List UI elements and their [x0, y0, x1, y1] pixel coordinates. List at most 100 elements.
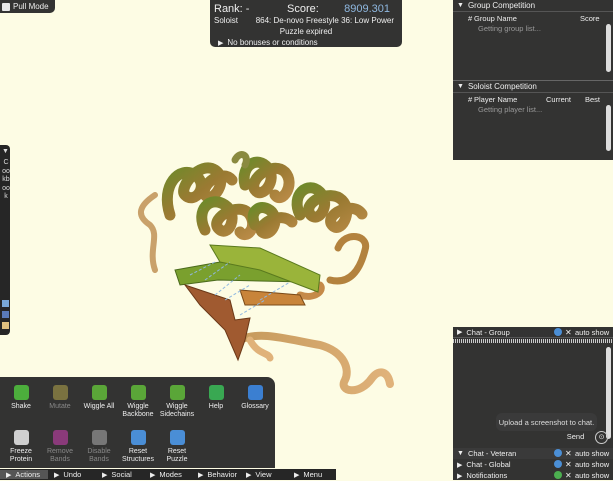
pull-mode-icon	[2, 2, 10, 11]
actions-toolbar: Shake Mutate Wiggle All Wiggle Backbone Wigg…	[0, 377, 275, 468]
group-list-scrollbar[interactable]	[606, 24, 611, 72]
soloist-competition-title: Soloist Competition	[467, 82, 537, 91]
rank-label: Rank: -	[214, 3, 250, 15]
tool-label: Wiggle Sidechains	[159, 403, 195, 418]
close-icon[interactable]: ✕	[565, 449, 572, 458]
menu-undo[interactable]: ▶ Undo	[48, 470, 96, 479]
tool-label: Wiggle All	[83, 403, 115, 410]
screenshot-tooltip: Upload a screenshot to chat.	[496, 413, 597, 431]
menu-social[interactable]: ▶ Social	[96, 470, 144, 479]
notes-icon[interactable]	[2, 322, 9, 329]
menu-menu[interactable]: ▶ Menu	[288, 470, 336, 479]
notification-icon[interactable]	[554, 471, 562, 479]
auto-show-label: auto show	[575, 449, 610, 458]
menu-label: Behavior	[207, 470, 237, 479]
mutate-button: Mutate	[40, 385, 80, 411]
menu-view[interactable]: ▶ View	[240, 470, 288, 479]
chat-tab-notifications[interactable]: ▶ Notifications ✕ auto show	[453, 470, 613, 481]
score-panel: Rank: - Score: 8909.301 Soloist 864: De-…	[210, 0, 402, 47]
chat-tab-chat-veteran[interactable]: ▼ Chat - Veteran ✕ auto show	[453, 448, 613, 459]
wiggle-sidechains-icon	[169, 385, 185, 400]
expand-triangle-icon: ▶	[294, 471, 300, 479]
expand-triangle-icon: ▶	[457, 329, 463, 336]
tool-label: Reset Puzzle	[166, 448, 188, 463]
menu-label: Modes	[159, 470, 182, 479]
tool-label: Freeze Protein	[9, 448, 33, 463]
remove-bands-icon	[52, 430, 68, 445]
col-player-name: Player Name	[474, 95, 518, 104]
tooltip-text: Upload a screenshot to chat.	[498, 417, 595, 427]
remove-bands-button: Remove Bands	[40, 430, 80, 464]
wiggle-all-icon	[91, 385, 107, 400]
close-icon[interactable]: ✕	[565, 471, 572, 480]
pull-mode-button[interactable]: Pull Mode	[0, 0, 55, 13]
tool-label: Shake	[11, 403, 31, 410]
wiggle-backbone-button[interactable]: Wiggle Backbone	[118, 385, 158, 419]
chat-panel: ▶ Chat - Group ✕ auto show Upload a scree…	[453, 327, 613, 480]
wiggle-all-button[interactable]: Wiggle All	[79, 385, 119, 411]
tool-label: Reset Structures	[122, 448, 154, 463]
mutate-icon	[52, 385, 68, 400]
col-current: Current	[546, 95, 572, 104]
soloist-competition-header[interactable]: ▼ Soloist Competition	[453, 81, 613, 93]
puzzle-name: 864: De-novo Freestyle 36: Low Power	[255, 16, 394, 25]
col-hash: #	[468, 14, 473, 23]
shake-button[interactable]: Shake	[1, 385, 41, 411]
mode-label: Soloist	[214, 16, 239, 25]
collapse-triangle-icon: ▼	[457, 83, 464, 90]
menu-behavior[interactable]: ▶ Behavior	[192, 470, 240, 479]
chat-group-header[interactable]: ▶ Chat - Group ✕ auto show	[453, 327, 613, 338]
cookbook-sidebar[interactable]: ▼ Cookbook	[0, 145, 10, 335]
group-competition-title: Group Competition	[467, 1, 536, 10]
reset-puzzle-button[interactable]: Reset Puzzle	[157, 430, 197, 464]
script-icon[interactable]	[2, 311, 9, 318]
group-table-header: # Group Name Score	[453, 14, 613, 24]
chat-tab-label: Chat - Veteran	[467, 449, 517, 458]
loop-strand	[326, 233, 370, 285]
close-icon[interactable]: ✕	[565, 328, 572, 337]
send-button[interactable]: Send	[562, 430, 589, 443]
menu-label: Menu	[303, 470, 323, 479]
group-competition-header[interactable]: ▼ Group Competition	[453, 0, 613, 12]
soloist-competition-panel: ▼ Soloist Competition # Player Name Curre…	[453, 80, 613, 160]
chat-scrollbar[interactable]	[606, 347, 611, 439]
chat-scroll-top	[453, 339, 613, 343]
soloist-table-header: # Player Name Current Best	[453, 95, 613, 105]
alpha-helix	[161, 156, 368, 240]
col-best: Best	[585, 95, 601, 104]
bonuses-toggle[interactable]: ▶ No bonuses or conditions	[218, 38, 318, 47]
screenshot-icon[interactable]: ⊙	[595, 431, 608, 444]
pull-mode-label: Pull Mode	[13, 2, 49, 11]
menu-label: Undo	[63, 470, 82, 479]
chat-tab-chat-global[interactable]: ▶ Chat - Global ✕ auto show	[453, 459, 613, 470]
cookbook-label: Cookbook	[2, 159, 10, 200]
wiggle-backbone-icon	[130, 385, 146, 400]
freeze-protein-button[interactable]: Freeze Protein	[1, 430, 41, 464]
info-icon[interactable]	[554, 328, 562, 336]
freeze-icon	[13, 430, 29, 445]
recipe-icon[interactable]	[2, 300, 9, 307]
expand-triangle-icon: ▼	[2, 148, 9, 155]
disable-bands-button: Disable Bands	[79, 430, 119, 464]
score-value: 8909.301	[344, 3, 390, 15]
loop-strand	[231, 151, 250, 169]
expand-triangle-icon: ▶	[54, 471, 60, 479]
glossary-icon	[247, 385, 263, 400]
score-label: Score:	[287, 3, 319, 15]
glossary-button[interactable]: Glossary	[235, 385, 275, 411]
group-list-loading: Getting group list...	[478, 24, 541, 33]
tool-label: Wiggle Backbone	[122, 403, 154, 418]
bonuses-label: No bonuses or conditions	[227, 38, 318, 47]
reset-structures-button[interactable]: Reset Structures	[118, 430, 158, 464]
player-list-scrollbar[interactable]	[606, 105, 611, 151]
close-icon[interactable]: ✕	[565, 460, 572, 469]
help-button[interactable]: Help	[196, 385, 236, 411]
menu-actions[interactable]: ▶ Actions	[0, 470, 48, 479]
chat-tab-label: Notifications	[466, 471, 508, 480]
info-icon[interactable]	[554, 449, 562, 457]
chat-tab-label: Chat - Global	[466, 460, 511, 469]
menu-modes[interactable]: ▶ Modes	[144, 470, 192, 479]
info-icon[interactable]	[554, 460, 562, 468]
wiggle-sidechains-button[interactable]: Wiggle Sidechains	[157, 385, 197, 419]
disable-bands-icon	[91, 430, 107, 445]
